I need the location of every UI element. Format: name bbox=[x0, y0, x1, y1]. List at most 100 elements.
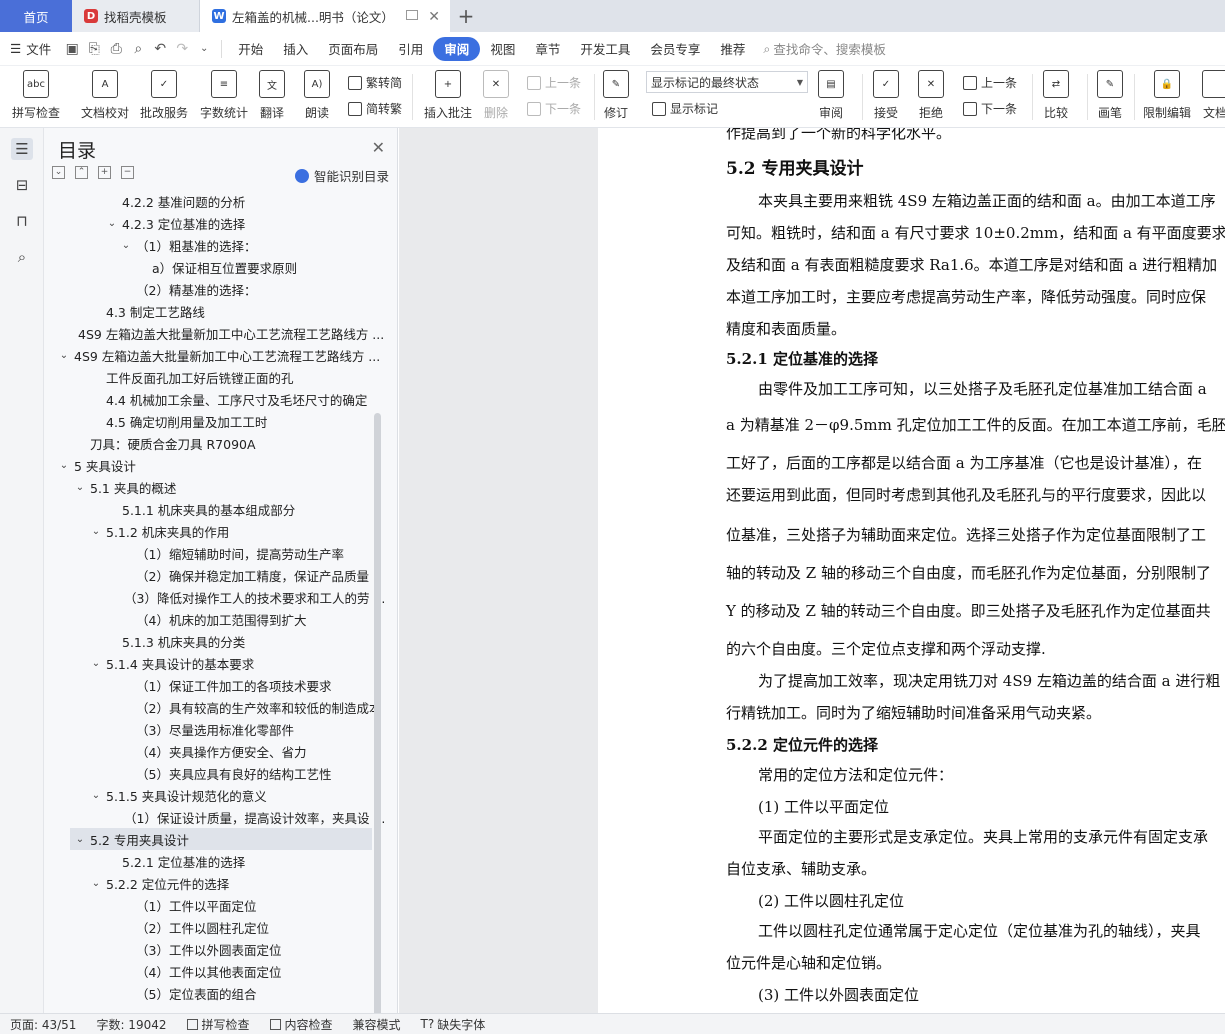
monitor-icon[interactable] bbox=[406, 10, 418, 20]
search-icon[interactable]: ⌕ bbox=[11, 246, 33, 268]
redo-icon[interactable]: ↷ bbox=[171, 39, 193, 59]
tab-document[interactable]: W 左箱盖的机械...明书（论文） ✕ bbox=[200, 0, 450, 32]
save-icon[interactable]: ▣ bbox=[61, 39, 83, 59]
insert-comment-button[interactable]: + 插入批注 bbox=[424, 70, 472, 121]
add-level-icon[interactable]: + bbox=[98, 166, 111, 179]
menu-item-review[interactable]: 审阅 bbox=[433, 36, 481, 61]
accept-button[interactable]: ✓ 接受 bbox=[873, 70, 899, 121]
toc-item[interactable]: ⌄ 5 夹具设计 bbox=[44, 454, 384, 476]
toc-item[interactable]: （4）夹具操作方便安全、省力 bbox=[44, 740, 384, 762]
menu-item-devtools[interactable]: 开发工具 bbox=[570, 37, 640, 61]
ink-button[interactable]: ✎ 画笔 bbox=[1097, 70, 1123, 121]
chevron-down-icon[interactable]: ⌄ bbox=[90, 790, 102, 801]
chevron-down-icon[interactable]: ⌄ bbox=[90, 526, 102, 537]
page-indicator[interactable]: 页面: 43/51 bbox=[0, 1016, 86, 1033]
show-markup-button[interactable]: 显示标记 bbox=[652, 100, 718, 117]
toc-item[interactable]: （2）精基准的选择： bbox=[44, 278, 384, 300]
menu-item-start[interactable]: 开始 bbox=[228, 37, 273, 61]
content-check-status[interactable]: 内容检查 bbox=[260, 1016, 343, 1033]
toc-item[interactable]: （1）保证工件加工的各项技术要求 bbox=[44, 674, 384, 696]
revise-button[interactable]: ✎ 修订 bbox=[603, 70, 629, 121]
toc-item[interactable]: 工件反面孔加工好后铣镗正面的孔 bbox=[44, 366, 384, 388]
toc-item[interactable]: （2）具有较高的生产效率和较低的制造成本 bbox=[44, 696, 384, 718]
toc-item[interactable]: 5.2.1 定位基准的选择 bbox=[44, 850, 384, 872]
new-tab-button[interactable]: + bbox=[450, 0, 482, 32]
chevron-down-icon[interactable]: ⌄ bbox=[106, 218, 118, 229]
chapter-icon[interactable]: ⊟ bbox=[11, 174, 33, 196]
toc-item[interactable]: （1）保证设计质量，提高设计效率，夹具设 ... bbox=[44, 806, 384, 828]
menu-item-member[interactable]: 会员专享 bbox=[640, 37, 710, 61]
bookmark-icon[interactable]: ⊓ bbox=[11, 210, 33, 232]
toc-item[interactable]: （3）降低对操作工人的技术要求和工人的劳 ... bbox=[44, 586, 384, 608]
menu-item-view[interactable]: 视图 bbox=[480, 37, 525, 61]
toc-item[interactable]: ⌄ 4.2.3 定位基准的选择 bbox=[44, 212, 384, 234]
undo-icon[interactable]: ↶ bbox=[149, 39, 171, 59]
review-pane-button[interactable]: ▤ 审阅 bbox=[818, 70, 844, 121]
toc-item[interactable]: 4S9 左箱边盖大批量新加工中心工艺流程工艺路线方 ... bbox=[44, 322, 384, 344]
tab-home[interactable]: 首页 bbox=[0, 0, 72, 32]
toc-item[interactable]: （4）机床的加工范围得到扩大 bbox=[44, 608, 384, 630]
toc-item[interactable]: 4.3 制定工艺路线 bbox=[44, 300, 384, 322]
toc-item[interactable]: （3）尽量选用标准化零部件 bbox=[44, 718, 384, 740]
toc-item[interactable]: ⌄ 4S9 左箱边盖大批量新加工中心工艺流程工艺路线方 ... bbox=[44, 344, 384, 366]
compare-button[interactable]: ⇄ 比较 bbox=[1043, 70, 1069, 121]
document-page[interactable]: 作提高到了一个新的科学化水平。 5.2 专用夹具设计 本夹具主要用来粗铣 4S9 左… bbox=[598, 128, 1225, 1013]
file-menu[interactable]: ☰ 文件 bbox=[0, 37, 61, 61]
missing-font-status[interactable]: T? 缺失字体 bbox=[411, 1016, 496, 1033]
chevron-down-icon[interactable]: ⌄ bbox=[74, 482, 86, 493]
chevron-down-icon[interactable]: ⌄ bbox=[58, 460, 70, 471]
close-tab-icon[interactable]: ✕ bbox=[428, 9, 440, 25]
menu-item-layout[interactable]: 页面布局 bbox=[318, 37, 388, 61]
reject-button[interactable]: ✕ 拒绝 bbox=[918, 70, 944, 121]
next-comment-button[interactable]: 下一条 bbox=[527, 100, 581, 117]
prev-comment-button[interactable]: 上一条 bbox=[527, 74, 581, 91]
doc-proof-button[interactable]: A 文档校对 bbox=[81, 70, 129, 121]
toc-item[interactable]: （3）工件以外圆表面定位 bbox=[44, 938, 384, 960]
toc-item[interactable]: 5.1.1 机床夹具的基本组成部分 bbox=[44, 498, 384, 520]
toc-item[interactable]: （4）工件以其他表面定位 bbox=[44, 960, 384, 982]
word-count-button[interactable]: ≡ 字数统计 bbox=[200, 70, 248, 121]
toc-item[interactable]: 4.4 机械加工余量、工序尺寸及毛坯尺寸的确定 bbox=[44, 388, 384, 410]
toc-item[interactable]: ⌄ 5.1.5 夹具设计规范化的意义 bbox=[44, 784, 384, 806]
toc-item[interactable]: ⌄ （1）粗基准的选择： bbox=[44, 234, 384, 256]
print-icon[interactable]: ⎙ bbox=[105, 39, 127, 59]
toc-item[interactable]: 4.5 确定切削用量及加工工时 bbox=[44, 410, 384, 432]
batch-service-button[interactable]: ✓ 批改服务 bbox=[140, 70, 188, 121]
toc-icon[interactable]: ☰ bbox=[11, 138, 33, 160]
toc-item[interactable]: 4.2.2 基准问题的分析 bbox=[44, 190, 384, 212]
toc-item[interactable]: ⌄ 5.1.4 夹具设计的基本要求 bbox=[44, 652, 384, 674]
menu-item-chapter[interactable]: 章节 bbox=[525, 37, 570, 61]
toc-item[interactable]: a）保证相互位置要求原则 bbox=[44, 256, 384, 278]
toc-item[interactable]: （5）夹具应具有良好的结构工艺性 bbox=[44, 762, 384, 784]
toc-item[interactable]: （1）工件以平面定位 bbox=[44, 894, 384, 916]
toc-item[interactable]: （1）缩短辅助时间，提高劳动生产率 bbox=[44, 542, 384, 564]
toc-item[interactable]: ⌄ 5.1 夹具的概述 bbox=[44, 476, 384, 498]
restrict-edit-button[interactable]: 🔒 限制编辑 bbox=[1143, 70, 1191, 121]
toc-item[interactable]: （2）确保并稳定加工精度，保证产品质量 bbox=[44, 564, 384, 586]
to-traditional-button[interactable]: 繁转简 bbox=[348, 74, 402, 91]
toc-item[interactable]: （2）工件以圆柱孔定位 bbox=[44, 916, 384, 938]
expand-all-icon[interactable]: ⌃ bbox=[75, 166, 88, 179]
delete-comment-button[interactable]: ✕ 删除 bbox=[483, 70, 509, 121]
preview-icon[interactable]: ⌕ bbox=[127, 39, 149, 59]
translate-button[interactable]: 文翻译 bbox=[259, 70, 285, 121]
word-count-indicator[interactable]: 字数: 19042 bbox=[86, 1016, 176, 1033]
export-icon[interactable]: ⎘ bbox=[83, 39, 105, 59]
command-search[interactable]: ⌕ 查找命令、搜索模板 bbox=[763, 39, 886, 58]
toc-item[interactable]: ⌄ 5.1.2 机床夹具的作用 bbox=[44, 520, 384, 542]
markup-mode-select[interactable]: 显示标记的最终状态 ▼ bbox=[646, 71, 808, 93]
remove-level-icon[interactable]: − bbox=[121, 166, 134, 179]
spellcheck-button[interactable]: abc 拼写检查 bbox=[12, 70, 60, 121]
spellcheck-status[interactable]: 拼写检查 bbox=[177, 1016, 260, 1033]
toc-item[interactable]: 刀具：硬质合金刀具 R7090A bbox=[44, 432, 384, 454]
chevron-down-icon[interactable]: ⌄ bbox=[58, 350, 70, 361]
more-chevron-icon[interactable]: ⌄ bbox=[193, 39, 215, 59]
chevron-down-icon[interactable]: ⌄ bbox=[120, 240, 132, 251]
toc-item[interactable]: （5）定位表面的组合 bbox=[44, 982, 384, 1004]
toc-item[interactable]: ⌄ 5.2.2 定位元件的选择 bbox=[44, 872, 384, 894]
prev-change-button[interactable]: 上一条 bbox=[963, 74, 1017, 91]
to-simplified-button[interactable]: 简转繁 bbox=[348, 100, 402, 117]
close-icon[interactable]: ✕ bbox=[372, 138, 385, 157]
toc-scrollbar[interactable] bbox=[374, 413, 381, 1018]
tab-template[interactable]: D 找稻壳模板 bbox=[72, 0, 200, 32]
